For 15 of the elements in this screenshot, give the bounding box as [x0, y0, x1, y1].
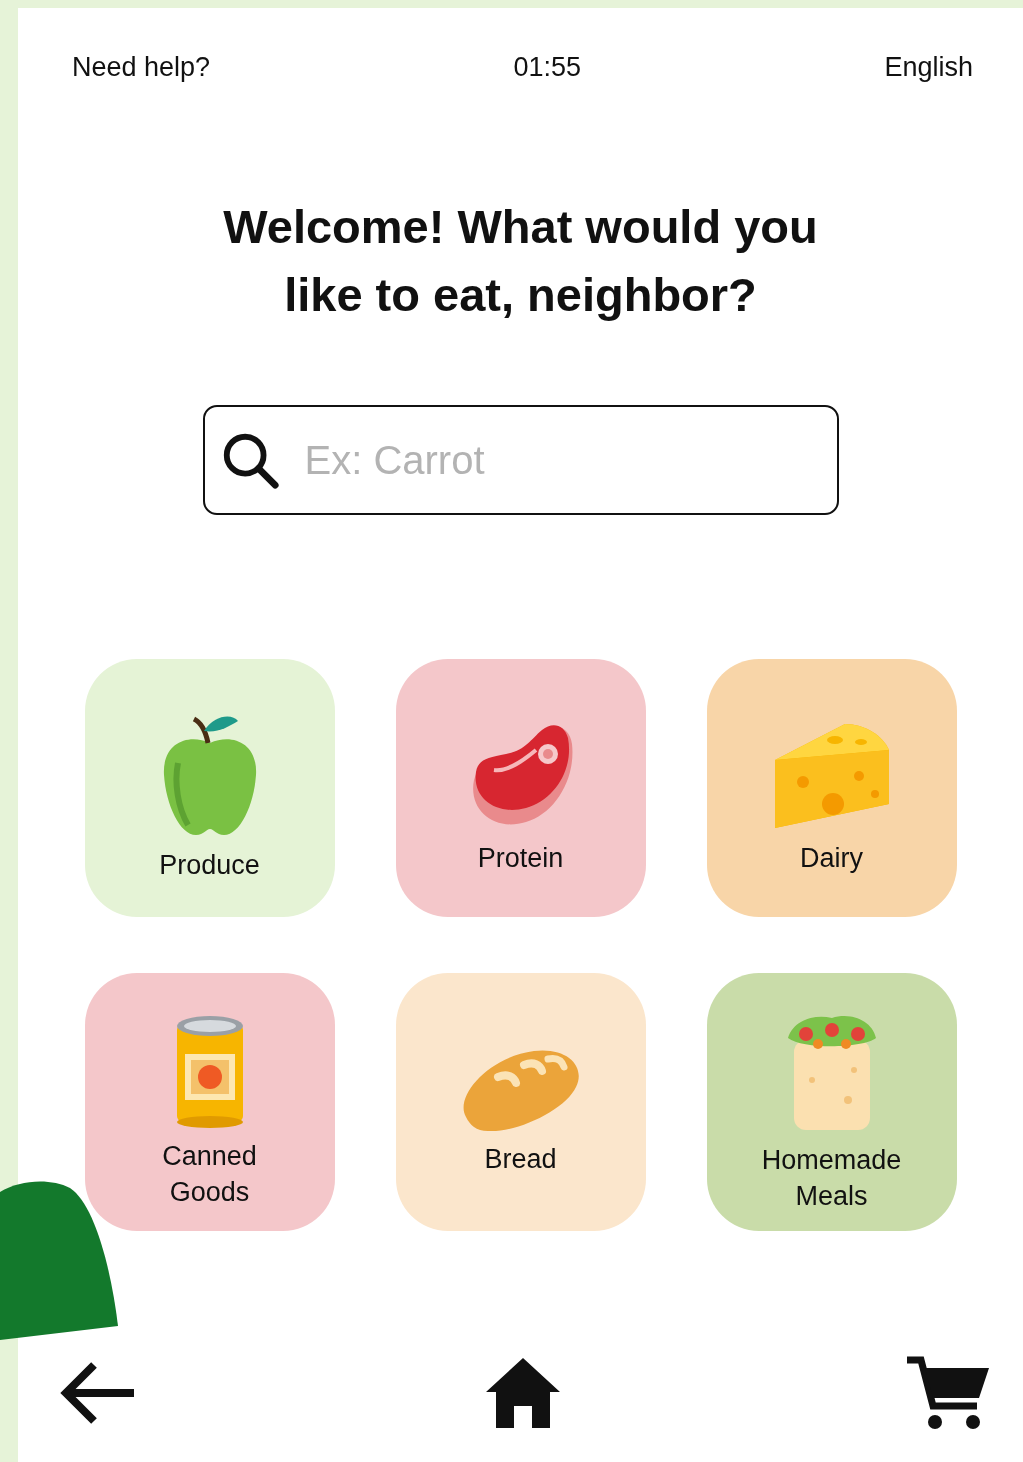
category-tile[interactable]: Dairy — [706, 659, 957, 917]
category-tile[interactable]: Canned Goods — [84, 973, 335, 1231]
welcome-heading: Welcome! What would you like to eat, neighbor? — [223, 199, 818, 323]
language-link[interactable]: English — [884, 52, 973, 83]
cart-button[interactable] — [907, 1354, 989, 1432]
category-tile[interactable]: Bread — [395, 973, 646, 1231]
category-tile[interactable]: Produce — [84, 659, 335, 917]
home-icon — [485, 1358, 560, 1428]
cart-icon — [907, 1354, 989, 1432]
help-link[interactable]: Need help? — [72, 52, 211, 83]
category-tile[interactable]: Protein — [395, 659, 646, 917]
clock-time: 01:55 — [513, 52, 582, 83]
category-tile[interactable]: Homemade Meals — [706, 973, 957, 1231]
home-button[interactable] — [485, 1358, 560, 1428]
search-bar[interactable]: Ex: Carrot — [202, 405, 839, 515]
